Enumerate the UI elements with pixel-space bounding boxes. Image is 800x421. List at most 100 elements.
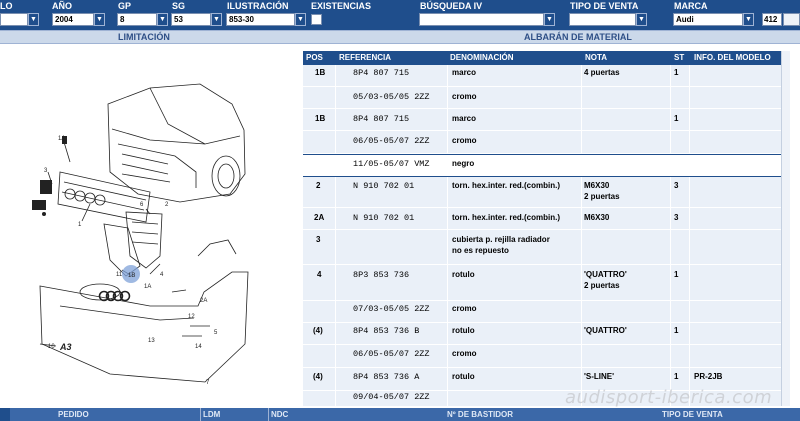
col-header-st[interactable]: ST: [674, 53, 684, 62]
row-pos: (4): [313, 326, 323, 335]
chevron-down-icon: ▼: [96, 16, 103, 23]
table-row[interactable]: 1B 8P4 807 715 marco 1: [303, 109, 781, 131]
row-reference: 8P4 807 715: [353, 114, 410, 124]
row-reference: 09/04-05/07 2ZZ: [353, 392, 430, 402]
chevron-down-icon: ▼: [213, 16, 220, 23]
row-denomination: negro: [452, 159, 475, 168]
illustration-label: ILUSTRACIÓN: [227, 1, 289, 11]
site-watermark: audisport-iberica.com: [565, 387, 773, 408]
table-row-selected[interactable]: 11/05-05/07 VMZ negro: [303, 154, 781, 177]
callout-label: 11: [116, 272, 123, 278]
chevron-down-icon: ▼: [30, 16, 37, 23]
row-denomination: cromo: [452, 349, 477, 358]
stock-checkbox[interactable]: [311, 14, 322, 25]
illustration-select[interactable]: 853-30: [226, 13, 295, 26]
col-header-pos[interactable]: POS: [306, 53, 323, 62]
order-tab[interactable]: PEDIDO: [58, 410, 89, 419]
row-reference: N 910 702 01: [353, 181, 415, 191]
gp-label: GP: [118, 1, 132, 11]
bottom-divider: [268, 408, 269, 421]
chevron-down-icon: ▼: [159, 16, 166, 23]
sale-type-select[interactable]: [569, 13, 636, 26]
row-note-secondary: 2 puertas: [584, 192, 620, 201]
row-pos: 2: [316, 181, 321, 190]
callout-label: 10: [48, 344, 55, 350]
a3-emblem-text: A3: [59, 342, 72, 352]
table-row[interactable]: 4 8P3 853 736 rotulo 'QUATTRO' 2 puertas…: [303, 265, 781, 301]
row-note-secondary: 2 puertas: [584, 281, 620, 290]
row-note: 'S-LINE': [584, 372, 615, 381]
table-scrollbar[interactable]: [781, 51, 790, 406]
year-select[interactable]: 2004: [52, 13, 94, 26]
table-row[interactable]: 2 N 910 702 01 torn. hex.inter. red.(com…: [303, 177, 781, 208]
row-denomination-secondary: no es repuesto: [452, 246, 509, 255]
stock-label: EXISTENCIAS: [311, 1, 372, 11]
row-reference: 06/05-05/07 2ZZ: [353, 349, 430, 359]
bottom-bar-edge: [0, 408, 10, 421]
callout-label: 14: [195, 344, 202, 350]
callout-label: 1B: [128, 273, 135, 279]
section-header-bar: LIMITACIÓN ALBARÁN DE MATERIAL: [0, 30, 800, 44]
limitation-title: LIMITACIÓN: [118, 32, 170, 42]
row-st: 3: [674, 213, 679, 222]
exploded-view-drawing: 1A 3 1 6 2 11 1B 1A 4 2A 12 13 14 10 5 7…: [32, 83, 249, 386]
brand-select[interactable]: Audi: [673, 13, 743, 26]
row-reference: 07/03-05/05 2ZZ: [353, 304, 430, 314]
bottom-bar: PEDIDO LDM NDC Nº DE BASTIDOR TIPO DE VE…: [0, 408, 800, 421]
col-header-ref[interactable]: REFERENCIA: [339, 53, 391, 62]
model-select[interactable]: [0, 13, 28, 26]
row-pos: 2A: [314, 213, 325, 222]
callout-label: 6: [140, 202, 144, 208]
gp-select[interactable]: 8: [117, 13, 157, 26]
year-dropdown-button[interactable]: ▼: [94, 13, 105, 26]
col-header-denom[interactable]: DENOMINACIÓN: [450, 53, 514, 62]
search-dropdown-button[interactable]: ▼: [544, 13, 555, 26]
gp-dropdown-button[interactable]: ▼: [157, 13, 168, 26]
model-label: LO: [0, 1, 13, 11]
ldm-tab[interactable]: LDM: [203, 410, 220, 419]
material-table: POS REFERENCIA DENOMINACIÓN NOTA ST INFO…: [303, 51, 781, 406]
row-reference: N 910 702 01: [353, 213, 415, 223]
table-row[interactable]: 07/03-05/05 2ZZ cromo: [303, 301, 781, 323]
ndc-tab[interactable]: NDC: [271, 410, 288, 419]
illustration-dropdown-button[interactable]: ▼: [295, 13, 306, 26]
brand-code-field[interactable]: 412: [762, 13, 782, 26]
row-st: 1: [674, 372, 679, 381]
brand-label: MARCA: [674, 1, 708, 11]
callout-label: 2A: [200, 298, 207, 304]
table-row[interactable]: 1B 8P4 807 715 marco 4 puertas 1: [303, 65, 781, 87]
callout-label: 3: [44, 168, 48, 174]
chassis-number-tab[interactable]: Nº DE BASTIDOR: [447, 410, 513, 419]
row-denomination: rotulo: [452, 326, 475, 335]
row-note: 'QUATTRO': [584, 326, 627, 335]
col-header-note[interactable]: NOTA: [585, 53, 607, 62]
sale-type-dropdown-button[interactable]: ▼: [636, 13, 647, 26]
brand-dropdown-button[interactable]: ▼: [743, 13, 754, 26]
table-row[interactable]: (4) 8P4 853 736 B rotulo 'QUATTRO' 1: [303, 323, 781, 345]
chevron-down-icon: ▼: [546, 16, 553, 23]
table-row[interactable]: 3 cubierta p. rejilla radiador no es rep…: [303, 230, 781, 265]
bottom-divider: [200, 408, 201, 421]
row-note: 4 puertas: [584, 68, 620, 77]
model-dropdown-button[interactable]: ▼: [28, 13, 39, 26]
parts-diagram[interactable]: 1A 3 1 6 2 11 1B 1A 4 2A 12 13 14 10 5 7…: [0, 44, 300, 406]
row-st: 1: [674, 114, 679, 123]
sg-select[interactable]: 53: [171, 13, 211, 26]
row-reference: 8P4 807 715: [353, 68, 410, 78]
row-denomination: cromo: [452, 304, 477, 313]
search-label: BÚSQUEDA IV: [420, 1, 483, 11]
sg-dropdown-button[interactable]: ▼: [211, 13, 222, 26]
material-list-title: ALBARÁN DE MATERIAL: [524, 32, 632, 42]
row-note: M6X30: [584, 213, 610, 222]
table-row[interactable]: 05/03-05/05 2ZZ cromo: [303, 87, 781, 109]
table-row[interactable]: 2A N 910 702 01 torn. hex.inter. red.(co…: [303, 208, 781, 230]
sale-type-tab[interactable]: TIPO DE VENTA: [662, 410, 723, 419]
search-select[interactable]: [419, 13, 544, 26]
table-row[interactable]: 06/05-05/07 2ZZ cromo: [303, 345, 781, 368]
row-denomination: rotulo: [452, 372, 475, 381]
row-reference: 11/05-05/07 VMZ: [353, 159, 430, 169]
table-row[interactable]: 06/05-05/07 2ZZ cromo: [303, 131, 781, 154]
table-header: POS REFERENCIA DENOMINACIÓN NOTA ST INFO…: [303, 51, 781, 65]
row-st: 1: [674, 68, 679, 77]
col-header-info[interactable]: INFO. DEL MODELO: [694, 53, 771, 62]
